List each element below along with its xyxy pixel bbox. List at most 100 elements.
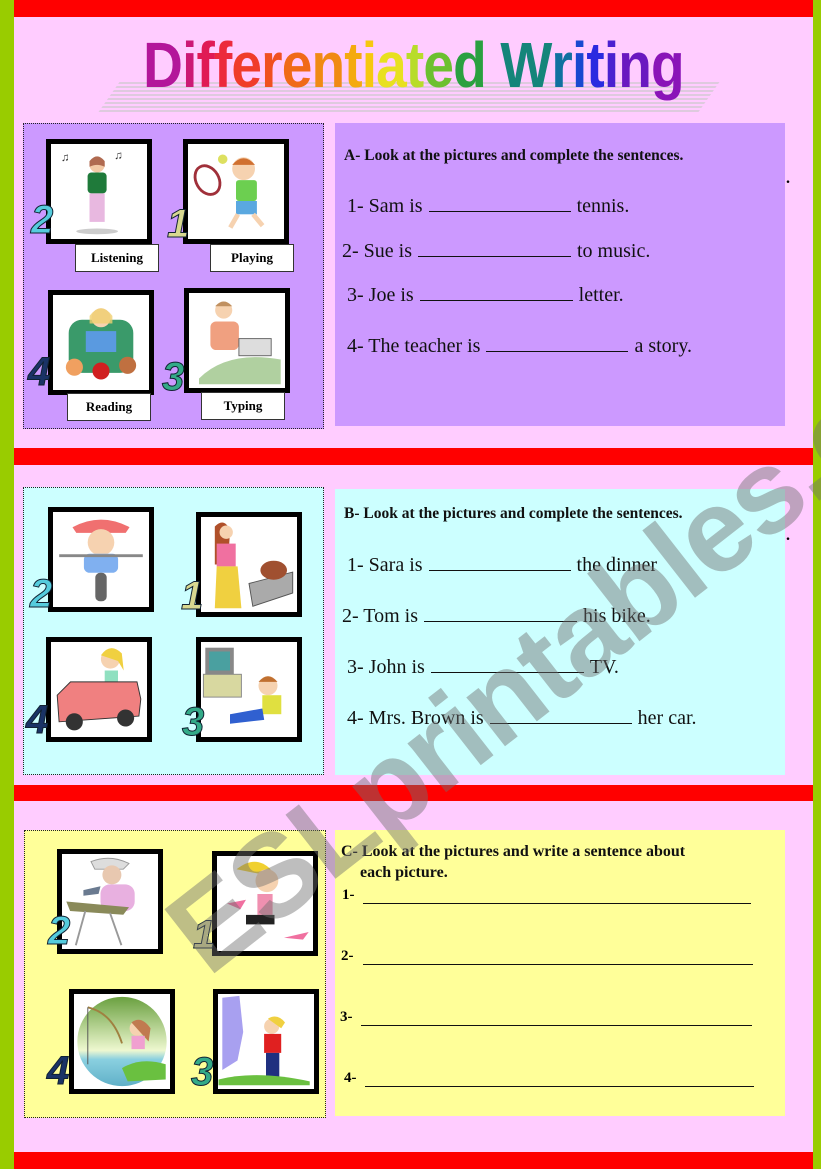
title-letter: W xyxy=(500,29,552,101)
picture-running xyxy=(212,851,318,956)
write-line-1[interactable] xyxy=(363,903,751,904)
section-b-questions: B- Look at the pictures and complete the… xyxy=(335,489,785,775)
section-a-sentence-4: 4- The teacher is a story. xyxy=(347,333,692,358)
answer-blank[interactable] xyxy=(489,705,632,724)
sentence-start: 3- John is xyxy=(347,656,425,678)
divider-red-bar-2 xyxy=(14,785,813,801)
section-b-heading: B- Look at the pictures and complete the… xyxy=(344,505,683,522)
answer-blank[interactable] xyxy=(419,282,573,301)
sentence-end: letter. xyxy=(578,284,624,306)
caption-typing: Typing xyxy=(201,392,285,420)
answer-blank[interactable] xyxy=(424,603,578,622)
number-2-icon: 2 xyxy=(30,198,54,242)
girl-running-icon xyxy=(227,861,309,940)
picture-bike xyxy=(48,507,154,612)
write-line-4[interactable] xyxy=(365,1086,754,1087)
title-letter: r xyxy=(261,29,282,101)
answer-blank[interactable] xyxy=(430,654,584,673)
caption-playing: Playing xyxy=(210,244,294,272)
section-a-pictures: ♫ ♫ 2 Listening 1 Playing 4 Reading 3 Ty… xyxy=(23,123,324,429)
section-b-pictures: 2 1 4 3 xyxy=(23,487,324,775)
number-4-icon: 4 xyxy=(25,698,49,742)
section-c-questions: C- Look at the pictures and write a sent… xyxy=(335,830,785,1116)
title-letter: i xyxy=(182,29,197,101)
top-red-bar xyxy=(14,0,813,17)
stray-dot: . xyxy=(786,527,790,544)
stray-dot: . xyxy=(786,170,790,187)
section-a-heading: A- Look at the pictures and complete the… xyxy=(344,147,684,164)
section-b-sentence-1: 1- Sara is the dinner xyxy=(347,552,657,577)
sentence-end: his bike. xyxy=(583,605,651,627)
title-letter: e xyxy=(231,29,262,101)
title-letter: n xyxy=(618,29,652,101)
bottom-red-bar xyxy=(14,1152,813,1169)
title-letter: i xyxy=(603,29,619,101)
title-letter: d xyxy=(453,29,487,101)
answer-blank[interactable] xyxy=(428,193,571,212)
title-letter: n xyxy=(311,29,345,101)
number-1-icon: 1 xyxy=(166,202,190,246)
number-4-icon: 4 xyxy=(46,1049,70,1093)
sentence-start: 4- The teacher is xyxy=(347,335,481,357)
section-c-heading-line-2: each picture. xyxy=(360,864,448,881)
girl-painting-icon xyxy=(218,995,310,1086)
number-3-icon: 3 xyxy=(190,1050,214,1094)
section-b-sentence-2: 2- Tom is his bike. xyxy=(342,603,651,628)
picture-typing xyxy=(184,288,290,393)
picture-playing xyxy=(183,139,289,244)
answer-blank[interactable] xyxy=(486,333,629,352)
sentence-end: TV. xyxy=(589,656,619,678)
picture-cooking xyxy=(196,512,302,617)
sentence-end: to music. xyxy=(577,240,651,262)
number-4-icon: 4 xyxy=(27,350,51,394)
number-3-icon: 3 xyxy=(181,700,205,744)
title-letter xyxy=(486,28,500,102)
title-banner: Differentiated Writing xyxy=(14,24,813,116)
sentence-start: 1- Sara is xyxy=(347,554,423,576)
divider-red-bar-1 xyxy=(14,448,813,465)
number-3-icon: 3 xyxy=(161,355,185,399)
title-letter: e xyxy=(281,29,313,101)
picture-tv xyxy=(196,637,302,742)
write-line-4-label: 4- xyxy=(344,1070,357,1086)
title-letter: f xyxy=(196,29,214,101)
svg-text:♫: ♫ xyxy=(61,152,70,164)
section-a-sentence-1: 1- Sam is tennis. xyxy=(347,193,629,218)
title-letter: i xyxy=(361,29,377,101)
picture-ironing xyxy=(57,849,163,954)
sentence-end: tennis. xyxy=(576,195,630,217)
number-1-icon: 1 xyxy=(192,913,216,957)
caption-listening: Listening xyxy=(75,244,159,272)
title-letter: t xyxy=(586,29,604,101)
section-b-sentence-4: 4- Mrs. Brown is her car. xyxy=(347,705,697,730)
picture-reading xyxy=(48,290,154,395)
picture-fishing xyxy=(69,989,175,1094)
section-b-sentence-3: 3- John is TV. xyxy=(347,654,619,679)
write-line-2[interactable] xyxy=(363,964,753,965)
sentence-start: 1- Sam is xyxy=(347,195,423,217)
woman-cooking-icon xyxy=(214,522,294,609)
woman-driving-icon xyxy=(56,648,142,731)
section-a-sentence-2: 2- Sue is to music. xyxy=(342,238,650,263)
title-letter: a xyxy=(376,29,407,101)
write-line-3[interactable] xyxy=(361,1025,752,1026)
sentence-start: 4- Mrs. Brown is xyxy=(347,707,484,729)
title-letter: e xyxy=(423,29,454,101)
boy-bike-icon xyxy=(59,519,143,602)
boy-tennis-icon xyxy=(193,154,265,229)
sentence-end: a story. xyxy=(634,335,693,357)
svg-text:♫: ♫ xyxy=(114,150,123,162)
caption-reading: Reading xyxy=(67,393,151,421)
title-letter: r xyxy=(551,29,572,101)
teacher-reading-icon xyxy=(65,308,137,380)
sentence-end: her car. xyxy=(637,707,697,729)
answer-blank[interactable] xyxy=(428,552,571,571)
sentence-start: 2- Tom is xyxy=(342,605,419,627)
write-line-3-label: 3- xyxy=(340,1009,353,1025)
title-letter: t xyxy=(344,29,362,101)
man-typing-icon xyxy=(199,301,281,385)
number-1-icon: 1 xyxy=(180,574,204,618)
answer-blank[interactable] xyxy=(418,238,571,257)
title-letter: i xyxy=(571,29,587,101)
number-2-icon: 2 xyxy=(29,572,53,616)
